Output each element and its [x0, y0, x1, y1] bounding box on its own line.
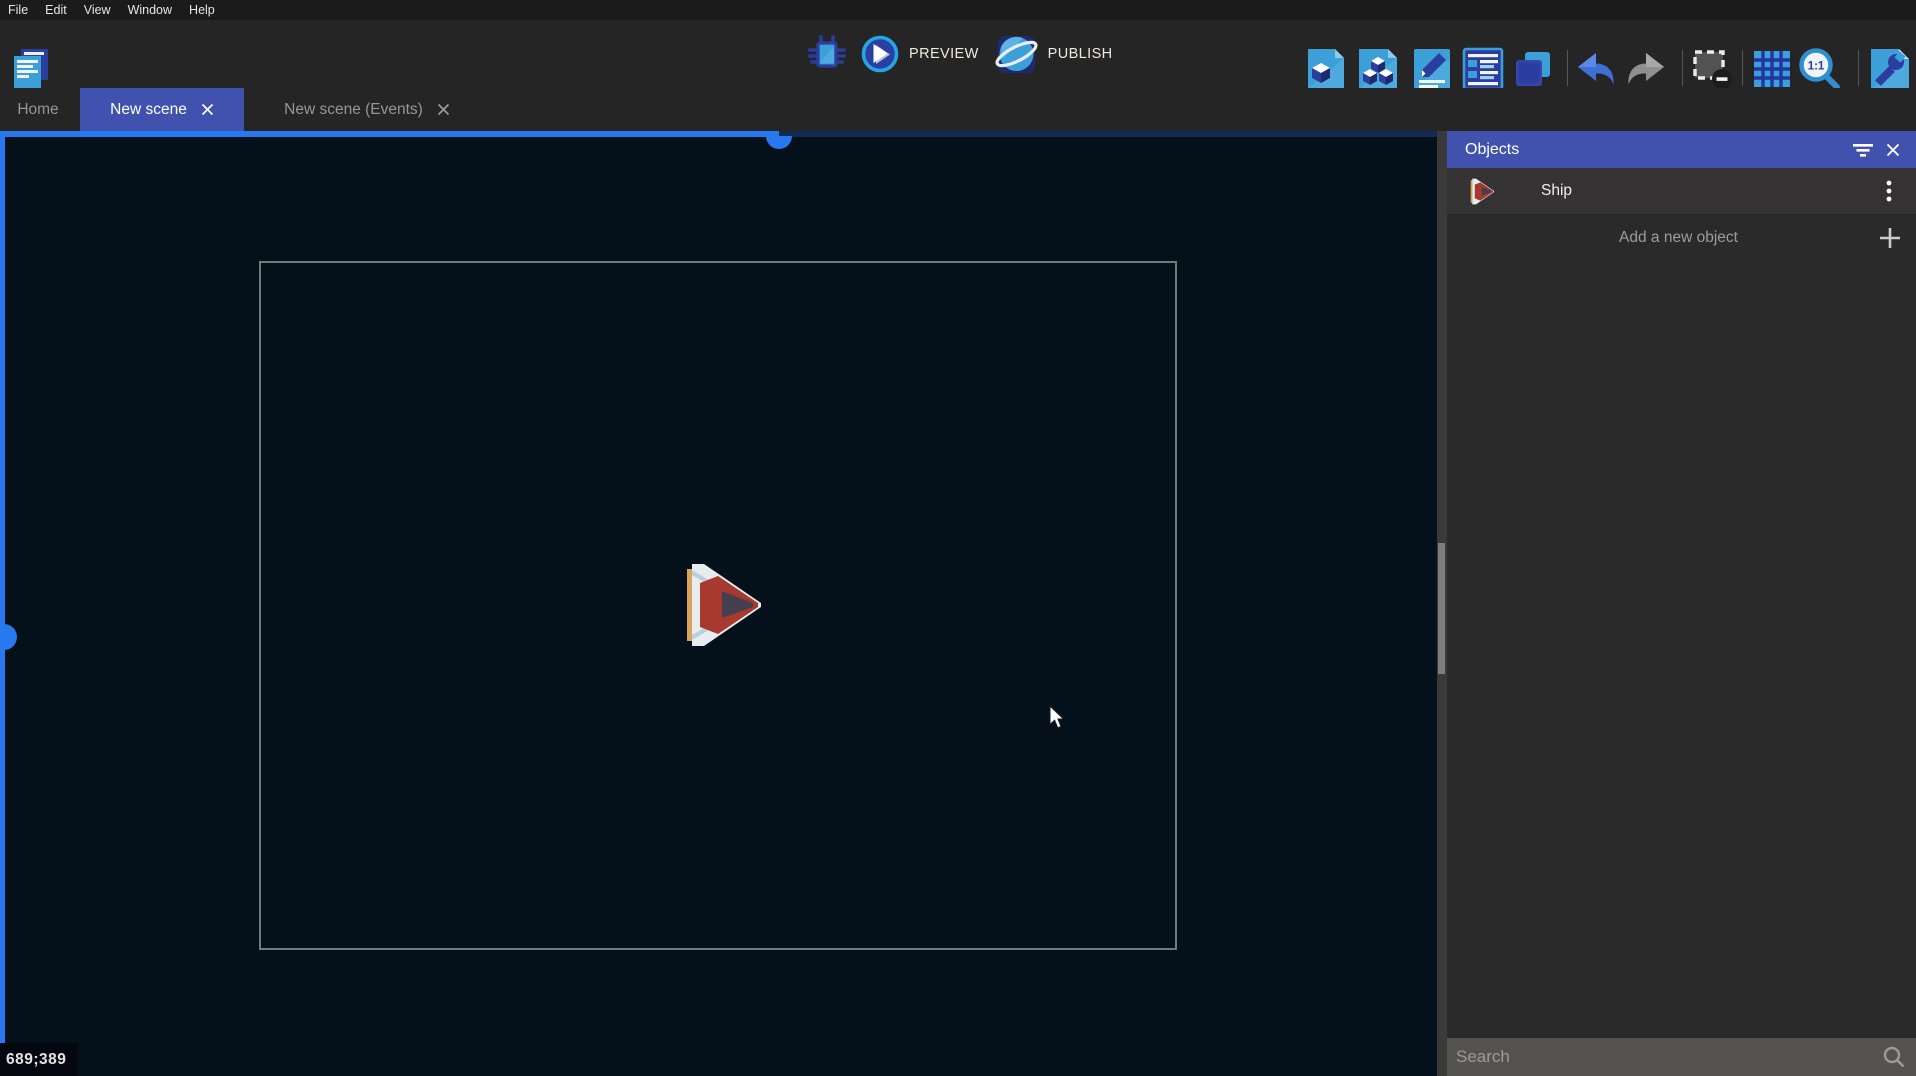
cursor-coordinates-badge: 689;389 — [0, 1043, 78, 1076]
objects-panel-title: Objects — [1465, 141, 1848, 159]
top-drag-handle[interactable] — [766, 136, 792, 149]
search-input[interactable] — [1447, 1038, 1882, 1076]
left-drag-handle[interactable] — [4, 624, 17, 650]
menu-help[interactable]: Help — [189, 3, 215, 17]
objects-editor-icon — [1306, 47, 1346, 91]
close-icon — [1886, 143, 1900, 157]
properties-icon — [1412, 47, 1452, 91]
object-row-ship[interactable]: Ship — [1447, 168, 1916, 215]
filter-icon — [1852, 141, 1874, 159]
close-panel-button[interactable] — [1878, 135, 1908, 165]
redo-button[interactable] — [1625, 46, 1667, 92]
zoom-one-to-one-icon: 1:1 — [1796, 46, 1842, 92]
project-manager-icon — [10, 47, 52, 91]
toolbar-separator — [1858, 50, 1859, 86]
scrollbar-thumb[interactable] — [1438, 543, 1445, 674]
canvas-vertical-scrollbar[interactable] — [1437, 131, 1447, 1076]
search-icon — [1882, 1045, 1906, 1069]
tab-home[interactable]: Home — [0, 88, 76, 131]
toolbar-separator — [1742, 50, 1743, 86]
launch-group: PREVIEW PUBLISH — [808, 20, 1113, 88]
objects-search-bar — [1447, 1038, 1916, 1076]
preview-label: PREVIEW — [909, 46, 979, 62]
plus-icon — [1878, 226, 1902, 250]
svg-text:1:1: 1:1 — [1808, 61, 1825, 73]
object-groups-button[interactable] — [1357, 46, 1399, 92]
play-icon — [860, 34, 900, 74]
menu-file[interactable]: File — [8, 3, 28, 17]
close-icon[interactable] — [201, 103, 214, 116]
undo-icon — [1576, 51, 1616, 87]
tab-label: New scene (Events) — [284, 101, 423, 119]
toolbar-separator — [1682, 50, 1683, 86]
add-object-label: Add a new object — [1447, 229, 1870, 247]
debug-icon — [808, 34, 846, 74]
preview-button[interactable]: PREVIEW — [860, 34, 979, 74]
main-toolbar: PREVIEW PUBLISH — [0, 20, 1916, 88]
objects-panel: Objects Ship — [1447, 131, 1916, 1076]
layers-button[interactable] — [1514, 46, 1552, 92]
layers-icon — [1514, 49, 1552, 89]
instances-list-icon — [1462, 47, 1504, 91]
add-object-row[interactable]: Add a new object — [1447, 216, 1916, 260]
menu-window[interactable]: Window — [128, 3, 172, 17]
instances-list-button[interactable] — [1462, 46, 1504, 92]
gdevelop-window: File Edit View Window Help — [0, 0, 1916, 1076]
toolbar-separator — [1567, 50, 1568, 86]
scene-canvas[interactable]: 689;389 — [0, 131, 1437, 1076]
grid-icon — [1752, 49, 1792, 89]
tab-new-scene[interactable]: New scene — [80, 88, 244, 131]
object-menu-button[interactable] — [1872, 174, 1906, 208]
tab-bar: Home New scene New scene (Events) — [0, 88, 1916, 131]
menu-view[interactable]: View — [84, 3, 111, 17]
properties-button[interactable] — [1412, 46, 1452, 92]
undo-button[interactable] — [1576, 46, 1616, 92]
debug-button[interactable] — [808, 31, 846, 77]
close-icon[interactable] — [437, 103, 450, 116]
objects-editor-button[interactable] — [1306, 46, 1346, 92]
menu-bar: File Edit View Window Help — [0, 0, 1916, 20]
tab-label: New scene — [110, 101, 187, 119]
grid-button[interactable] — [1752, 46, 1792, 92]
mouse-cursor-icon — [1049, 705, 1067, 731]
project-manager-button[interactable] — [10, 46, 52, 92]
publish-label: PUBLISH — [1048, 46, 1113, 62]
mask-selection-button[interactable] — [1691, 46, 1733, 92]
canvas-top-border — [0, 131, 779, 137]
object-name: Ship — [1541, 182, 1872, 200]
object-groups-icon — [1357, 47, 1399, 91]
kebab-menu-icon — [1886, 180, 1892, 202]
ship-thumbnail-icon — [1467, 178, 1497, 205]
tab-label: Home — [17, 101, 58, 119]
add-object-button[interactable] — [1870, 218, 1910, 258]
scene-settings-icon — [1868, 47, 1912, 91]
filter-button[interactable] — [1848, 135, 1878, 165]
publish-globe-icon — [993, 32, 1039, 76]
scene-settings-button[interactable] — [1868, 46, 1912, 92]
ship-sprite[interactable] — [683, 562, 763, 648]
zoom-one-to-one-button[interactable]: 1:1 — [1796, 46, 1842, 92]
tab-new-scene-events[interactable]: New scene (Events) — [244, 88, 490, 131]
redo-icon — [1625, 51, 1667, 87]
canvas-top-border-dark — [779, 131, 1437, 137]
menu-edit[interactable]: Edit — [45, 3, 67, 17]
publish-button[interactable]: PUBLISH — [993, 32, 1113, 76]
objects-panel-header: Objects — [1447, 131, 1916, 168]
mask-selection-icon — [1691, 48, 1733, 90]
canvas-left-border — [0, 131, 5, 1076]
